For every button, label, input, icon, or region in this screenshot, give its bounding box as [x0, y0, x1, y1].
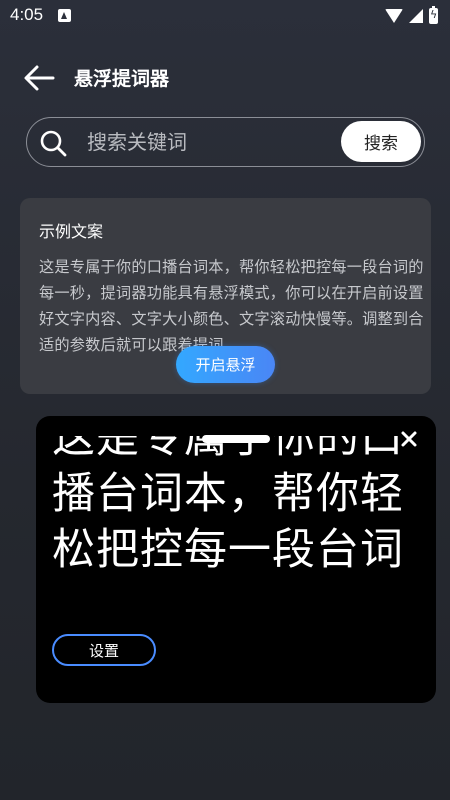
floating-prompter-window[interactable]: 这是专属于你的口播台词本，帮你轻松把控每一段台词 设置 [36, 416, 436, 703]
status-icons [385, 6, 438, 26]
battery-icon [429, 6, 438, 24]
app-notification-icon [58, 9, 71, 22]
cellular-signal-icon [409, 9, 423, 23]
search-input[interactable] [87, 126, 337, 158]
prompter-text-area: 这是专属于你的口播台词本，帮你轻松把控每一段台词 [52, 436, 422, 636]
wifi-icon [385, 9, 403, 23]
start-float-button[interactable]: 开启悬浮 [176, 346, 275, 383]
status-bar: 4:05 [0, 0, 450, 32]
card-title: 示例文案 [39, 222, 104, 241]
status-time: 4:05 [10, 5, 44, 24]
search-button[interactable]: 搜索 [341, 121, 421, 162]
close-icon[interactable] [399, 429, 419, 449]
prompter-scrolling-text: 这是专属于你的口播台词本，帮你轻松把控每一段台词 [52, 436, 404, 575]
drag-handle[interactable] [202, 435, 270, 443]
back-arrow-icon[interactable] [22, 64, 56, 92]
search-bar: 搜索 [26, 117, 425, 167]
page-title: 悬浮提词器 [74, 68, 170, 90]
card-body-text: 这是专属于你的口播台词本，帮你轻松把控每一段台词的每一秒，提词器功能具有悬浮模式… [39, 258, 424, 354]
settings-button[interactable]: 设置 [52, 634, 156, 666]
search-icon [39, 129, 67, 157]
